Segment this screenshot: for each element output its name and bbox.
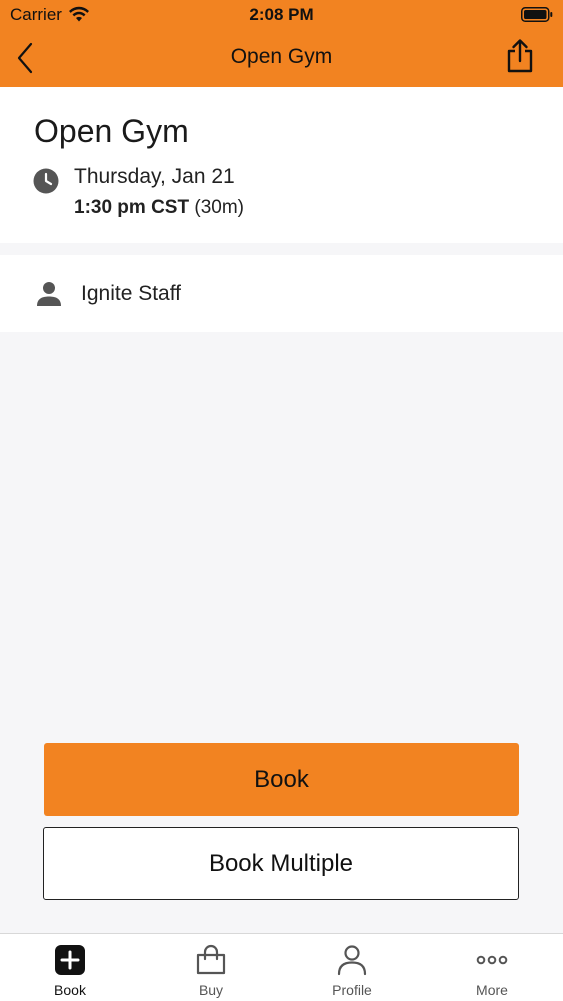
class-title: Open Gym: [34, 113, 189, 149]
nav-bar: Open Gym: [0, 30, 563, 87]
person-icon: [37, 282, 61, 306]
tab-buy[interactable]: Buy: [141, 934, 281, 1001]
battery-icon: [521, 7, 553, 22]
clock-icon: [33, 168, 59, 194]
share-button[interactable]: [503, 36, 537, 76]
tab-book[interactable]: Book: [0, 934, 140, 1001]
class-date: Thursday, Jan 21: [74, 165, 235, 188]
tab-profile[interactable]: Profile: [282, 934, 422, 1001]
class-time: 1:30 pm CST: [74, 197, 190, 218]
class-details-card: Open Gym Thursday, Jan 21 1:30 pm CST (3…: [0, 87, 563, 243]
class-duration: (30m): [194, 197, 244, 218]
tab-label: Profile: [332, 982, 372, 998]
class-time-line: 1:30 pm CST (30m): [74, 197, 244, 219]
status-time: 2:08 PM: [249, 5, 314, 24]
nav-title: Open Gym: [230, 45, 333, 68]
staff-card: Ignite Staff: [0, 255, 563, 332]
book-button[interactable]: Book: [44, 743, 519, 816]
header: Carrier 2:08 PM Open Gym: [0, 0, 563, 87]
person-outline-icon: [337, 945, 367, 976]
share-icon: [507, 39, 533, 73]
tab-label: More: [476, 982, 508, 998]
plus-square-icon: [55, 945, 85, 975]
tab-label: Book: [54, 982, 86, 998]
more-dots-icon: [476, 955, 508, 965]
staff-name: Ignite Staff: [81, 282, 182, 305]
status-bar: Carrier 2:08 PM: [0, 0, 563, 30]
tab-bar: Book Buy Profile More: [0, 933, 563, 1001]
tab-more[interactable]: More: [422, 934, 562, 1001]
tab-label: Buy: [198, 982, 224, 998]
book-multiple-button[interactable]: Book Multiple: [43, 827, 519, 900]
shopping-bag-icon: [196, 944, 226, 975]
